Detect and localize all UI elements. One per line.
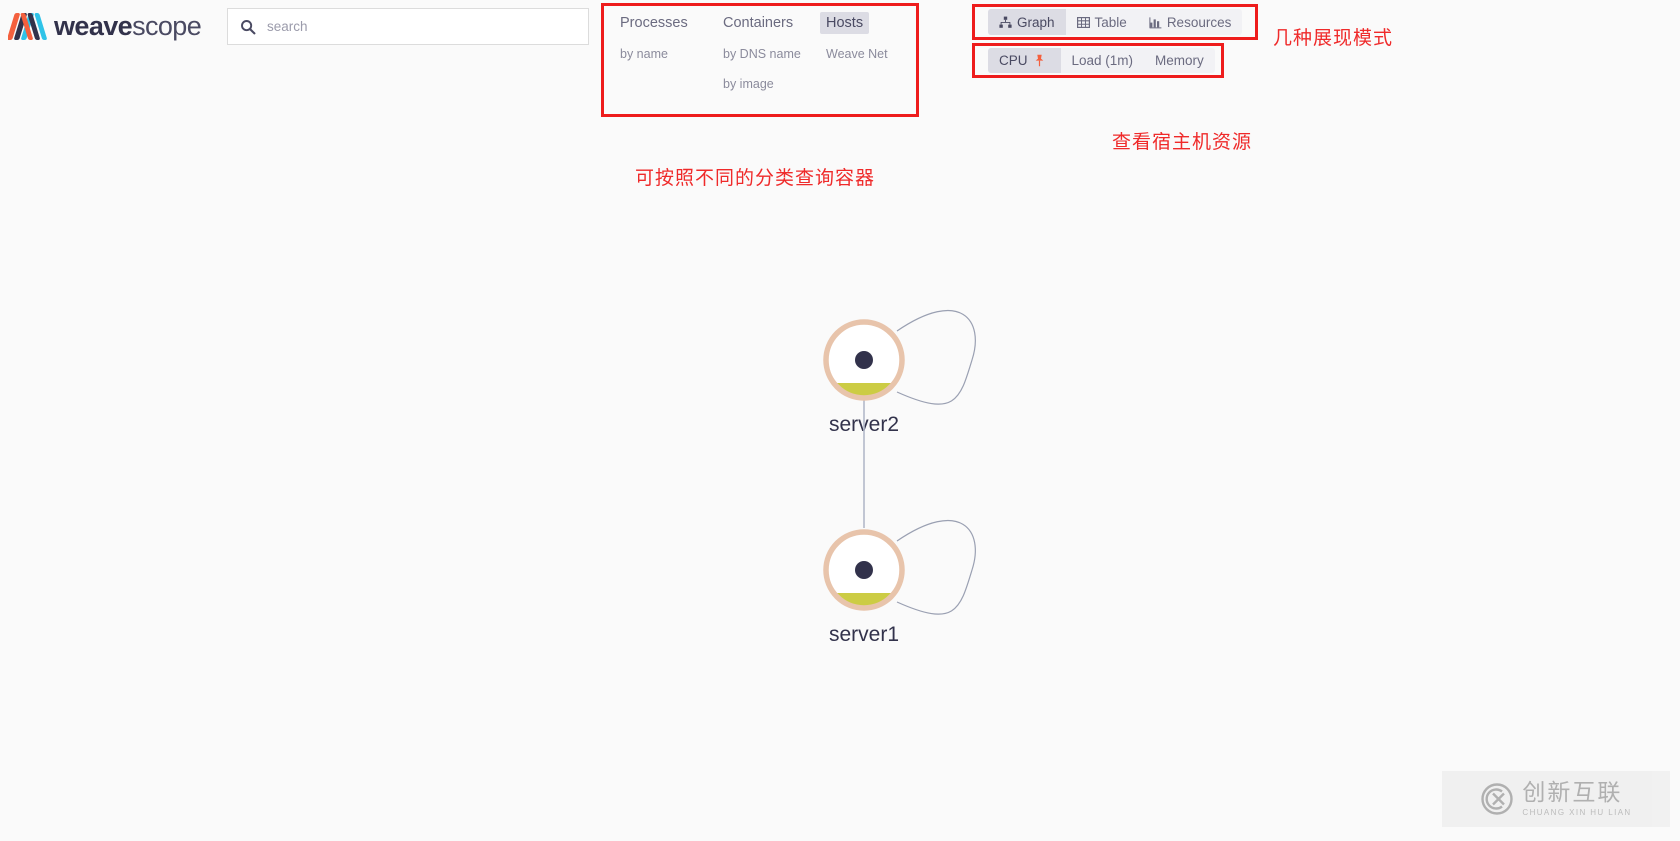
topology-item-hosts[interactable]: Hosts bbox=[820, 12, 870, 34]
view-mode-graph[interactable]: Graph bbox=[988, 9, 1066, 35]
metric-load-1m-label: Load (1m) bbox=[1071, 53, 1134, 68]
view-mode-graph-label: Graph bbox=[1017, 14, 1055, 30]
app-logo-text-light: scope bbox=[132, 10, 202, 41]
topology-selector[interactable]: Processes by name Containers by DNS name… bbox=[602, 4, 917, 116]
app-logo-text: weavescope bbox=[54, 10, 202, 41]
search-box[interactable] bbox=[227, 8, 589, 45]
topology-column-hosts: Hosts Weave Net bbox=[820, 12, 905, 116]
watermark-text: 创新互联 CHUANG XIN HU LIAN bbox=[1522, 781, 1631, 816]
topology-item-processes[interactable]: Processes bbox=[614, 12, 694, 34]
topology-suboption-by-image[interactable]: by image bbox=[717, 74, 802, 94]
search-icon bbox=[241, 19, 256, 34]
annotation-label-topology: 可按照不同的分类查询容器 bbox=[635, 167, 876, 189]
metric-load-1m[interactable]: Load (1m) bbox=[1061, 48, 1145, 73]
watermark-text-en: CHUANG XIN HU LIAN bbox=[1522, 807, 1632, 817]
pin-icon[interactable] bbox=[1034, 54, 1045, 67]
topology-suboption-by-dns-name[interactable]: by DNS name bbox=[717, 44, 802, 64]
app-logo-text-bold: weave bbox=[54, 10, 133, 41]
metric-memory-label: Memory bbox=[1155, 53, 1204, 68]
metric-memory[interactable]: Memory bbox=[1144, 48, 1215, 73]
view-mode-resources-label: Resources bbox=[1166, 14, 1232, 30]
graph-self-loop-server2 bbox=[896, 310, 976, 405]
graph-node-server1-dot bbox=[855, 561, 873, 579]
graph-node-server2-dot bbox=[855, 351, 873, 369]
graph-node-server1[interactable] bbox=[823, 529, 905, 611]
cx-logo-icon bbox=[1481, 783, 1514, 815]
watermark: 创新互联 CHUANG XIN HU LIAN bbox=[1442, 771, 1670, 827]
app-logo[interactable]: weavescope bbox=[8, 4, 202, 48]
watermark-inner: 创新互联 CHUANG XIN HU LIAN bbox=[1480, 781, 1631, 817]
metric-switcher[interactable]: CPU Load (1m) Memory bbox=[988, 48, 1215, 73]
metric-cpu[interactable]: CPU bbox=[988, 48, 1061, 73]
metric-cpu-label: CPU bbox=[999, 53, 1028, 68]
view-mode-switcher[interactable]: Graph Table Resources bbox=[988, 9, 1243, 35]
topology-suboption-weave-net[interactable]: Weave Net bbox=[820, 44, 905, 64]
topology-column-processes: Processes by name bbox=[614, 12, 699, 116]
watermark-text-cn: 创新互联 bbox=[1522, 780, 1623, 807]
topology-suboption-by-name[interactable]: by name bbox=[614, 44, 699, 64]
search-input[interactable] bbox=[267, 19, 567, 34]
weave-scope-app: server2 server1 weavescope search Proces… bbox=[0, 0, 1680, 841]
weave-logo-icon bbox=[8, 13, 47, 40]
topology-item-containers[interactable]: Containers bbox=[717, 12, 799, 34]
topology-graph-icon bbox=[999, 16, 1012, 28]
table-grid-icon bbox=[1076, 16, 1090, 28]
annotation-label-metrics: 查看宿主机资源 bbox=[1112, 131, 1253, 153]
bar-chart-icon bbox=[1149, 16, 1162, 28]
graph-self-loop-server1 bbox=[896, 520, 976, 615]
topology-column-containers: Containers by DNS name by image bbox=[717, 12, 802, 116]
view-mode-table[interactable]: Table bbox=[1066, 9, 1138, 35]
graph-node-server2[interactable] bbox=[823, 319, 905, 401]
view-mode-table-label: Table bbox=[1094, 14, 1127, 30]
view-mode-resources[interactable]: Resources bbox=[1138, 9, 1243, 35]
annotation-label-view-mode: 几种展现模式 bbox=[1273, 27, 1394, 49]
app-header: weavescope Processes by name Containers … bbox=[0, 0, 1680, 130]
